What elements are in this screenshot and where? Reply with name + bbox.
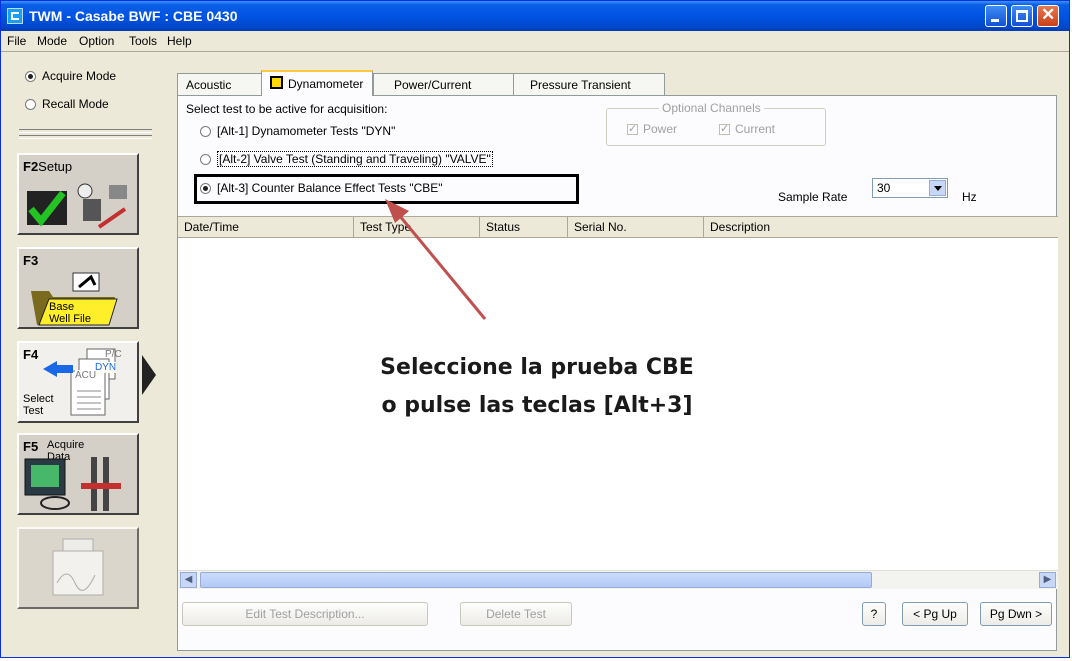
radio-icon (200, 126, 211, 138)
radio-icon (200, 154, 211, 166)
sidebar: Acquire Mode Recall Mode F2Setup F3 Base… (5, 63, 157, 659)
active-tab-marker-icon (270, 76, 283, 89)
tab-power-current[interactable]: Power/Current (373, 73, 515, 95)
menu-bar: File Mode Option Tools Help (1, 31, 1069, 52)
f5-key-label: F5 (23, 439, 39, 454)
optional-channels-legend: Optional Channels (659, 101, 764, 115)
minimize-button[interactable] (985, 5, 1007, 27)
sidebar-divider (19, 135, 152, 139)
sample-rate-unit: Hz (962, 190, 977, 204)
title-bar[interactable]: TWM - Casabe BWF : CBE 0430 ✕ (1, 1, 1069, 31)
tab-dynamometer[interactable]: Dynamometer (261, 70, 373, 96)
acquire-data-computer-icon (24, 457, 121, 511)
f4-label: Select Test (23, 393, 54, 417)
acquire-mode-radio[interactable]: Acquire Mode (25, 69, 116, 83)
annotation-line-2: o pulse las teclas [Alt+3] (381, 393, 693, 418)
page-up-button[interactable]: < Pg Up (902, 602, 968, 626)
test-prompt: Select test to be active for acquisition… (186, 102, 388, 116)
doc-tag-acu: ACU (75, 370, 97, 381)
checkbox-icon (627, 122, 638, 136)
scroll-right-icon[interactable]: ▶ (1039, 572, 1056, 588)
f2-setup-button[interactable]: F2Setup (17, 153, 139, 235)
doc-tag-pc: P/C (105, 349, 122, 360)
tab-pressure-transient[interactable]: Pressure Transient (513, 73, 665, 95)
radio-selected-icon (25, 71, 36, 83)
help-button[interactable]: ? (862, 602, 886, 626)
close-button[interactable]: ✕ (1037, 5, 1059, 27)
f3-label: Base Well File (49, 301, 91, 325)
chevron-down-icon[interactable] (929, 180, 946, 196)
table-header: Date/Time Test Type Status Serial No. De… (178, 217, 1058, 238)
current-checkbox: Current (719, 122, 775, 136)
recall-mode-radio[interactable]: Recall Mode (25, 97, 109, 111)
scroll-left-icon[interactable]: ◀ (180, 572, 197, 588)
edit-test-description-button[interactable]: Edit Test Description... (182, 602, 428, 626)
doc-tag-dyn: DYN (95, 362, 117, 373)
f2-key-label: F2Setup (23, 159, 73, 174)
menu-file[interactable]: File (7, 34, 26, 48)
app-window: TWM - Casabe BWF : CBE 0430 ✕ File Mode … (0, 0, 1070, 658)
test-option-dyn[interactable]: [Alt-1] Dynamometer Tests "DYN" (200, 124, 395, 138)
col-date-time[interactable]: Date/Time (178, 217, 354, 237)
tab-acoustic[interactable]: Acoustic (177, 73, 263, 95)
delete-test-button[interactable]: Delete Test (460, 602, 572, 626)
optional-channels-group: Optional Channels Power Current (606, 101, 826, 146)
window-title: TWM - Casabe BWF : CBE 0430 (29, 8, 238, 24)
power-checkbox: Power (627, 122, 677, 136)
col-serial-no[interactable]: Serial No. (568, 217, 704, 237)
col-status[interactable]: Status (480, 217, 568, 237)
app-icon (7, 8, 23, 24)
menu-option[interactable]: Option (79, 34, 114, 48)
setup-toolbox-icon (27, 183, 127, 229)
f3-key-label: F3 (23, 253, 39, 268)
selection-pointer-icon (142, 355, 156, 395)
page-down-button[interactable]: Pg Dwn > (980, 602, 1052, 626)
radio-icon (25, 99, 36, 111)
sidebar-divider (19, 129, 152, 133)
menu-mode[interactable]: Mode (37, 34, 67, 48)
test-option-valve[interactable]: [Alt-2] Valve Test (Standing and Traveli… (200, 151, 493, 167)
annotation-highlight-box (194, 174, 579, 204)
sample-rate-label: Sample Rate (778, 190, 848, 204)
maximize-button[interactable] (1011, 5, 1033, 27)
menu-tools[interactable]: Tools (129, 34, 157, 48)
checkbox-icon (719, 122, 730, 136)
f4-key-label: F4 (23, 347, 39, 362)
col-description[interactable]: Description (704, 217, 1058, 237)
col-test-type[interactable]: Test Type (354, 217, 480, 237)
f4-select-test-button[interactable]: F4 P/C DYN ACU Select Test (17, 341, 139, 423)
sample-rate-select[interactable]: 30 (872, 178, 948, 198)
f5-acquire-data-button[interactable]: F5 Acquire Data (17, 433, 139, 515)
menu-help[interactable]: Help (167, 34, 192, 48)
analysis-button-disabled (17, 527, 139, 609)
horizontal-scrollbar[interactable]: ◀ ▶ (178, 570, 1058, 589)
annotation-line-1: Seleccione la prueba CBE (380, 355, 694, 380)
f3-base-well-file-button[interactable]: F3 Base Well File (17, 247, 139, 329)
scroll-thumb[interactable] (200, 572, 872, 588)
analysis-chart-icon (52, 538, 104, 596)
